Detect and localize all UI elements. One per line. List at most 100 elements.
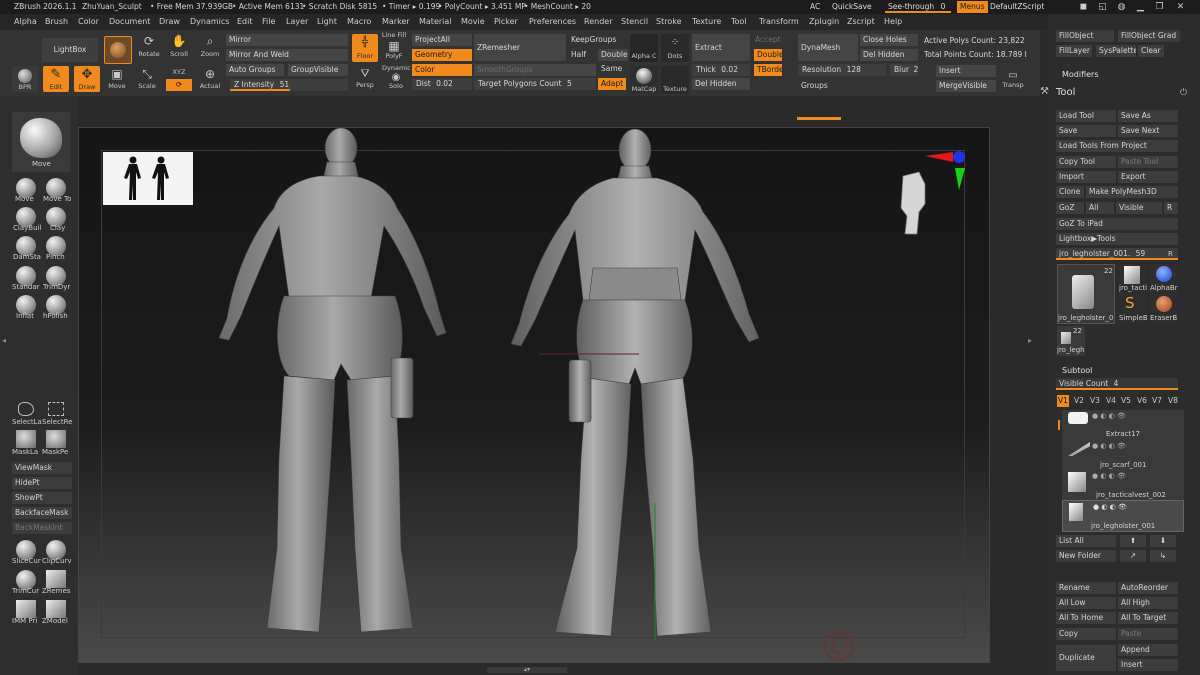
thick-slider[interactable]: Thick 0.02 [692, 64, 750, 76]
move-down-arrow-icon[interactable]: ⬇ [1150, 535, 1176, 547]
default-zscript-button[interactable]: DefaultZScript [987, 1, 1047, 13]
new-folder-button[interactable]: New Folder [1056, 550, 1116, 562]
menu-render[interactable]: Render [584, 17, 612, 26]
all-to-home-button[interactable]: All To Home [1056, 612, 1116, 624]
mask-pen-icon[interactable] [46, 430, 66, 448]
subtool-toggles-icon[interactable]: ● ◐ ◐ 👁 [1092, 472, 1126, 480]
close-holes-button[interactable]: Close Holes [860, 34, 918, 46]
menu-zscript[interactable]: Zscript [847, 17, 875, 26]
goz-r-button[interactable]: R [1164, 202, 1178, 214]
minimize-icon[interactable]: ▁ [1134, 1, 1147, 13]
menu-light[interactable]: Light [317, 17, 337, 26]
blur-slider[interactable]: Blur 2 [890, 64, 918, 76]
paste-button[interactable]: Paste [1118, 628, 1178, 640]
menu-stencil[interactable]: Stencil [621, 17, 648, 26]
edit-button[interactable]: ✎ Edit [43, 66, 69, 92]
copy-tool-button[interactable]: Copy Tool [1056, 156, 1116, 168]
half-button[interactable]: Half [568, 49, 589, 61]
keepgroups-button[interactable]: KeepGroups [568, 34, 619, 46]
menu-color[interactable]: Color [78, 17, 99, 26]
merge-visible-button[interactable]: MergeVisible [936, 80, 996, 92]
menu-help[interactable]: Help [884, 17, 902, 26]
scale-icon[interactable]: ⤡ [134, 67, 160, 82]
menu-edit[interactable]: Edit [237, 17, 253, 26]
move-icon[interactable]: ▣ [104, 67, 130, 81]
move-out-folder-icon[interactable]: ↳ [1150, 550, 1176, 562]
subtool-title[interactable]: Subtool [1062, 366, 1092, 375]
menu-material[interactable]: Material [419, 17, 452, 26]
backface-mask-button[interactable]: BackfaceMask [12, 507, 72, 519]
duplicate-button[interactable]: Duplicate [1056, 645, 1116, 671]
autoreorder-button[interactable]: AutoReorder [1118, 582, 1178, 594]
version-v3-tab[interactable]: V3 [1090, 396, 1100, 405]
clear-button[interactable]: Clear [1138, 45, 1164, 57]
menu-texture[interactable]: Texture [692, 17, 721, 26]
menu-stroke[interactable]: Stroke [656, 17, 682, 26]
color-toggle[interactable]: Color [412, 64, 472, 76]
menu-movie[interactable]: Movie [461, 17, 485, 26]
tool-thumbnail-simplebrush[interactable]: S SimpleB [1119, 294, 1148, 324]
menu-picker[interactable]: Picker [494, 17, 518, 26]
persp-icon[interactable]: ⛛ [352, 67, 378, 81]
version-v2-tab[interactable]: V2 [1074, 396, 1084, 405]
dynamesh-button[interactable]: DynaMesh [798, 34, 858, 61]
lightbox-button[interactable]: LightBox [42, 38, 98, 62]
double-button[interactable]: Double [598, 49, 628, 61]
menu-alpha[interactable]: Alpha [14, 17, 37, 26]
current-tool-slider[interactable]: jro_legholster_001. 59 [1056, 248, 1178, 260]
rotate-icon[interactable]: ⟳ [137, 34, 161, 48]
restore-icon[interactable]: ❐ [1153, 1, 1166, 13]
subtool-insert-button[interactable]: Insert [1118, 659, 1178, 671]
menu-transform[interactable]: Transform [759, 17, 799, 26]
texture-thumbnail[interactable]: Texture [661, 66, 689, 94]
zremesher-guide-icon[interactable] [46, 570, 66, 588]
menu-tool[interactable]: Tool [731, 17, 747, 26]
target-polygons-slider[interactable]: Target Polygons Count 5 [474, 78, 596, 90]
save-button[interactable]: Save [1056, 125, 1116, 137]
mirror-and-weld-button[interactable]: Mirror And Weld [226, 49, 348, 61]
save-as-button[interactable]: Save As [1118, 110, 1178, 122]
polyf-grid-icon[interactable]: ▦ [382, 39, 406, 53]
bpr-button[interactable]: BPR [12, 66, 38, 92]
menu-draw[interactable]: Draw [159, 17, 180, 26]
all-low-button[interactable]: All Low [1056, 597, 1116, 609]
current-tool-r[interactable]: R [1168, 250, 1173, 258]
move-into-folder-icon[interactable]: ↗ [1120, 550, 1146, 562]
insert-button[interactable]: Insert [936, 65, 996, 77]
menu-document[interactable]: Document [109, 17, 150, 26]
subtool-toggles-icon[interactable]: ● ◐ ◐ 👁 [1093, 503, 1127, 511]
axis-gizmo[interactable] [925, 150, 965, 194]
tool-palette-reset-icon[interactable]: ⏻ [1180, 88, 1187, 98]
del-hidden-button[interactable]: Del Hidden [692, 78, 750, 90]
fillobject-grad-button[interactable]: FillObject Grad [1118, 30, 1180, 42]
subtool-toggles-icon[interactable]: ● ◐ ◐ 👁 [1092, 442, 1126, 450]
scroll-hand-icon[interactable]: ✋ [166, 34, 192, 48]
menu-marker[interactable]: Marker [382, 17, 410, 26]
quicksave-button[interactable]: QuickSave [829, 1, 875, 13]
goz-button[interactable]: GoZ [1056, 202, 1084, 214]
zmodeler-icon[interactable] [46, 600, 66, 618]
extract-button[interactable]: Extract [692, 34, 750, 61]
floor-button[interactable]: ╬ Floor [352, 34, 378, 62]
goz-to-ipad-button[interactable]: GoZ To iPad [1056, 218, 1178, 230]
alpha-thumbnail[interactable]: Alpha C [630, 34, 658, 62]
tool-thumbnail-alphabrush[interactable]: AlphaBr [1150, 264, 1178, 294]
rename-button[interactable]: Rename [1056, 582, 1116, 594]
tool-title[interactable]: Tool [1056, 87, 1075, 98]
append-button[interactable]: Append [1118, 644, 1178, 656]
stroke-dots-thumbnail[interactable]: ⁘ Dots [661, 34, 689, 62]
viewmask-button[interactable]: ViewMask [12, 462, 72, 474]
version-v7-tab[interactable]: V7 [1152, 396, 1162, 405]
projectall-button[interactable]: ProjectAll [412, 34, 472, 46]
goz-visible-button[interactable]: Visible [1116, 202, 1162, 214]
current-brush-icon[interactable] [104, 36, 132, 64]
double-toggle[interactable]: Double [754, 49, 782, 61]
tool-thumbnail-legholster[interactable]: 22 jro_legholster_0 [1057, 264, 1115, 324]
version-v1-tab[interactable]: V1 [1057, 395, 1069, 407]
tool-thumbnail-small[interactable]: 22 jro_legh [1057, 326, 1085, 356]
menu-file[interactable]: File [262, 17, 275, 26]
resolution-slider[interactable]: Resolution 128 [798, 64, 886, 76]
subtool-item-extract17[interactable]: ● ◐ ◐ 👁 Extract17 [1062, 410, 1184, 442]
subtool-item-tacticalvest[interactable]: ● ◐ ◐ 👁 jro_tacticalvest_002 [1062, 470, 1184, 502]
accept-button[interactable]: Accept [752, 34, 784, 46]
